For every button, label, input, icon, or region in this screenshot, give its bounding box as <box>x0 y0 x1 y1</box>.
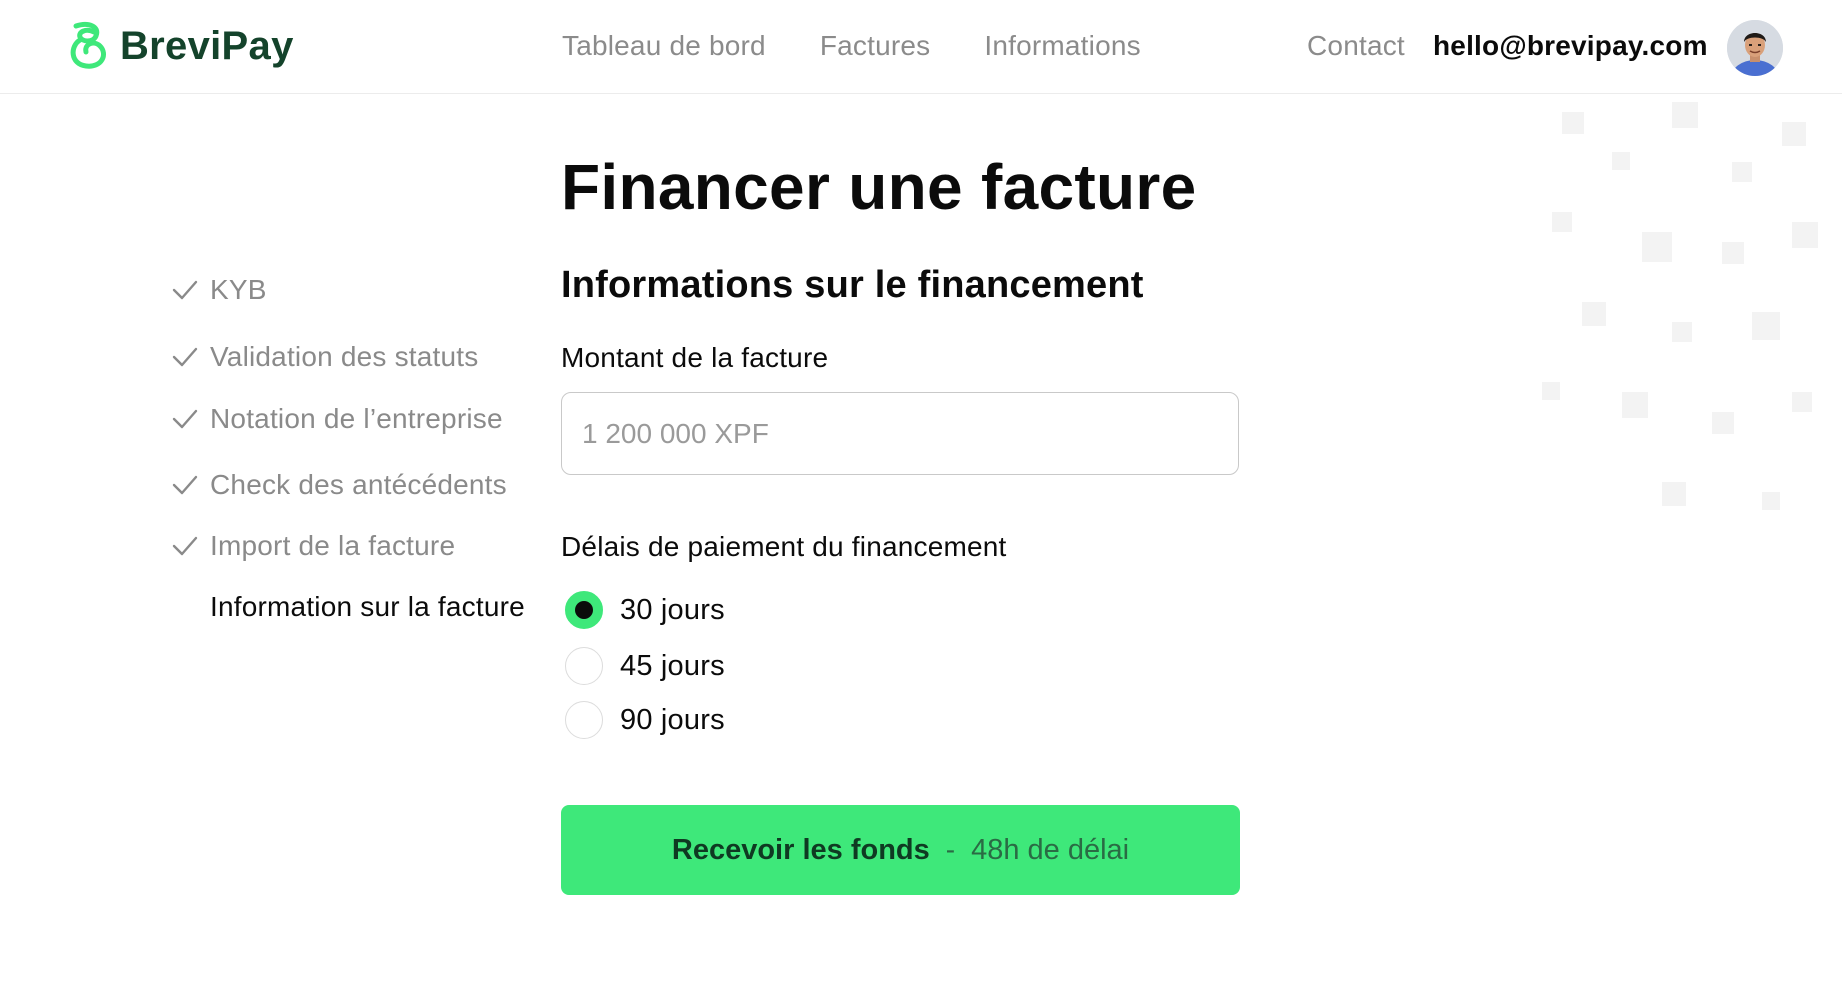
amount-input[interactable] <box>561 392 1239 475</box>
page: BreviPay Tableau de bord Factures Inform… <box>0 0 1842 989</box>
step-validation-statuts: Validation des statuts <box>170 341 550 373</box>
section-title: Informations sur le financement <box>561 264 1144 306</box>
cta-delay-label: 48h de délai <box>971 833 1130 866</box>
step-import-facture: Import de la facture <box>170 530 550 562</box>
radio-option-45-jours[interactable]: 45 jours <box>565 647 725 685</box>
step-check-antecedents: Check des antécédents <box>170 469 550 501</box>
check-icon <box>172 280 198 300</box>
cta-label: Recevoir les fonds <box>671 833 930 866</box>
brand-name: BreviPay <box>120 23 294 68</box>
top-navbar: BreviPay Tableau de bord Factures Inform… <box>0 0 1842 94</box>
main-nav: Tableau de bord Factures Informations <box>562 30 1141 62</box>
step-label: KYB <box>210 274 267 305</box>
radio-option-30-jours[interactable]: 30 jours <box>565 591 725 629</box>
radio-label: 45 jours <box>620 649 725 682</box>
background-pattern <box>1542 102 1818 510</box>
payment-terms-label: Délais de paiement du financement <box>561 531 1007 562</box>
step-kyb: KYB <box>170 274 550 306</box>
check-icon <box>172 536 198 556</box>
nav-factures[interactable]: Factures <box>820 30 931 62</box>
step-label: Notation de l’entreprise <box>210 403 503 434</box>
radio-label: 90 jours <box>620 703 725 736</box>
step-label: Validation des statuts <box>210 341 479 372</box>
user-email: hello@brevipay.com <box>1433 30 1708 61</box>
check-icon <box>172 409 198 429</box>
brand-logo[interactable]: BreviPay <box>66 20 294 72</box>
page-title: Financer une facture <box>561 151 1197 223</box>
receive-funds-button[interactable]: Recevoir les fonds - 48h de délai <box>561 805 1240 895</box>
brevipay-logo-icon <box>70 21 106 69</box>
cta-separator: - <box>945 834 956 865</box>
nav-informations[interactable]: Informations <box>984 30 1140 62</box>
contact-link[interactable]: Contact <box>1307 30 1405 62</box>
nav-tableau-de-bord[interactable]: Tableau de bord <box>562 30 766 62</box>
radio-button-selected[interactable] <box>565 591 603 629</box>
check-icon <box>172 347 198 367</box>
radio-label: 30 jours <box>620 593 725 626</box>
radio-option-90-jours[interactable]: 90 jours <box>565 701 725 739</box>
radio-dot <box>575 601 593 619</box>
radio-button[interactable] <box>565 701 603 739</box>
amount-label: Montant de la facture <box>561 342 829 373</box>
step-notation-entreprise: Notation de l’entreprise <box>170 403 550 435</box>
step-label: Import de la facture <box>210 530 456 561</box>
step-label: Information sur la facture <box>210 591 525 622</box>
check-icon <box>172 475 198 495</box>
avatar-portrait-icon <box>1727 20 1783 76</box>
step-information-facture: Information sur la facture <box>170 591 550 623</box>
step-label: Check des antécédents <box>210 469 507 500</box>
user-avatar[interactable] <box>1727 20 1783 76</box>
radio-button[interactable] <box>565 647 603 685</box>
